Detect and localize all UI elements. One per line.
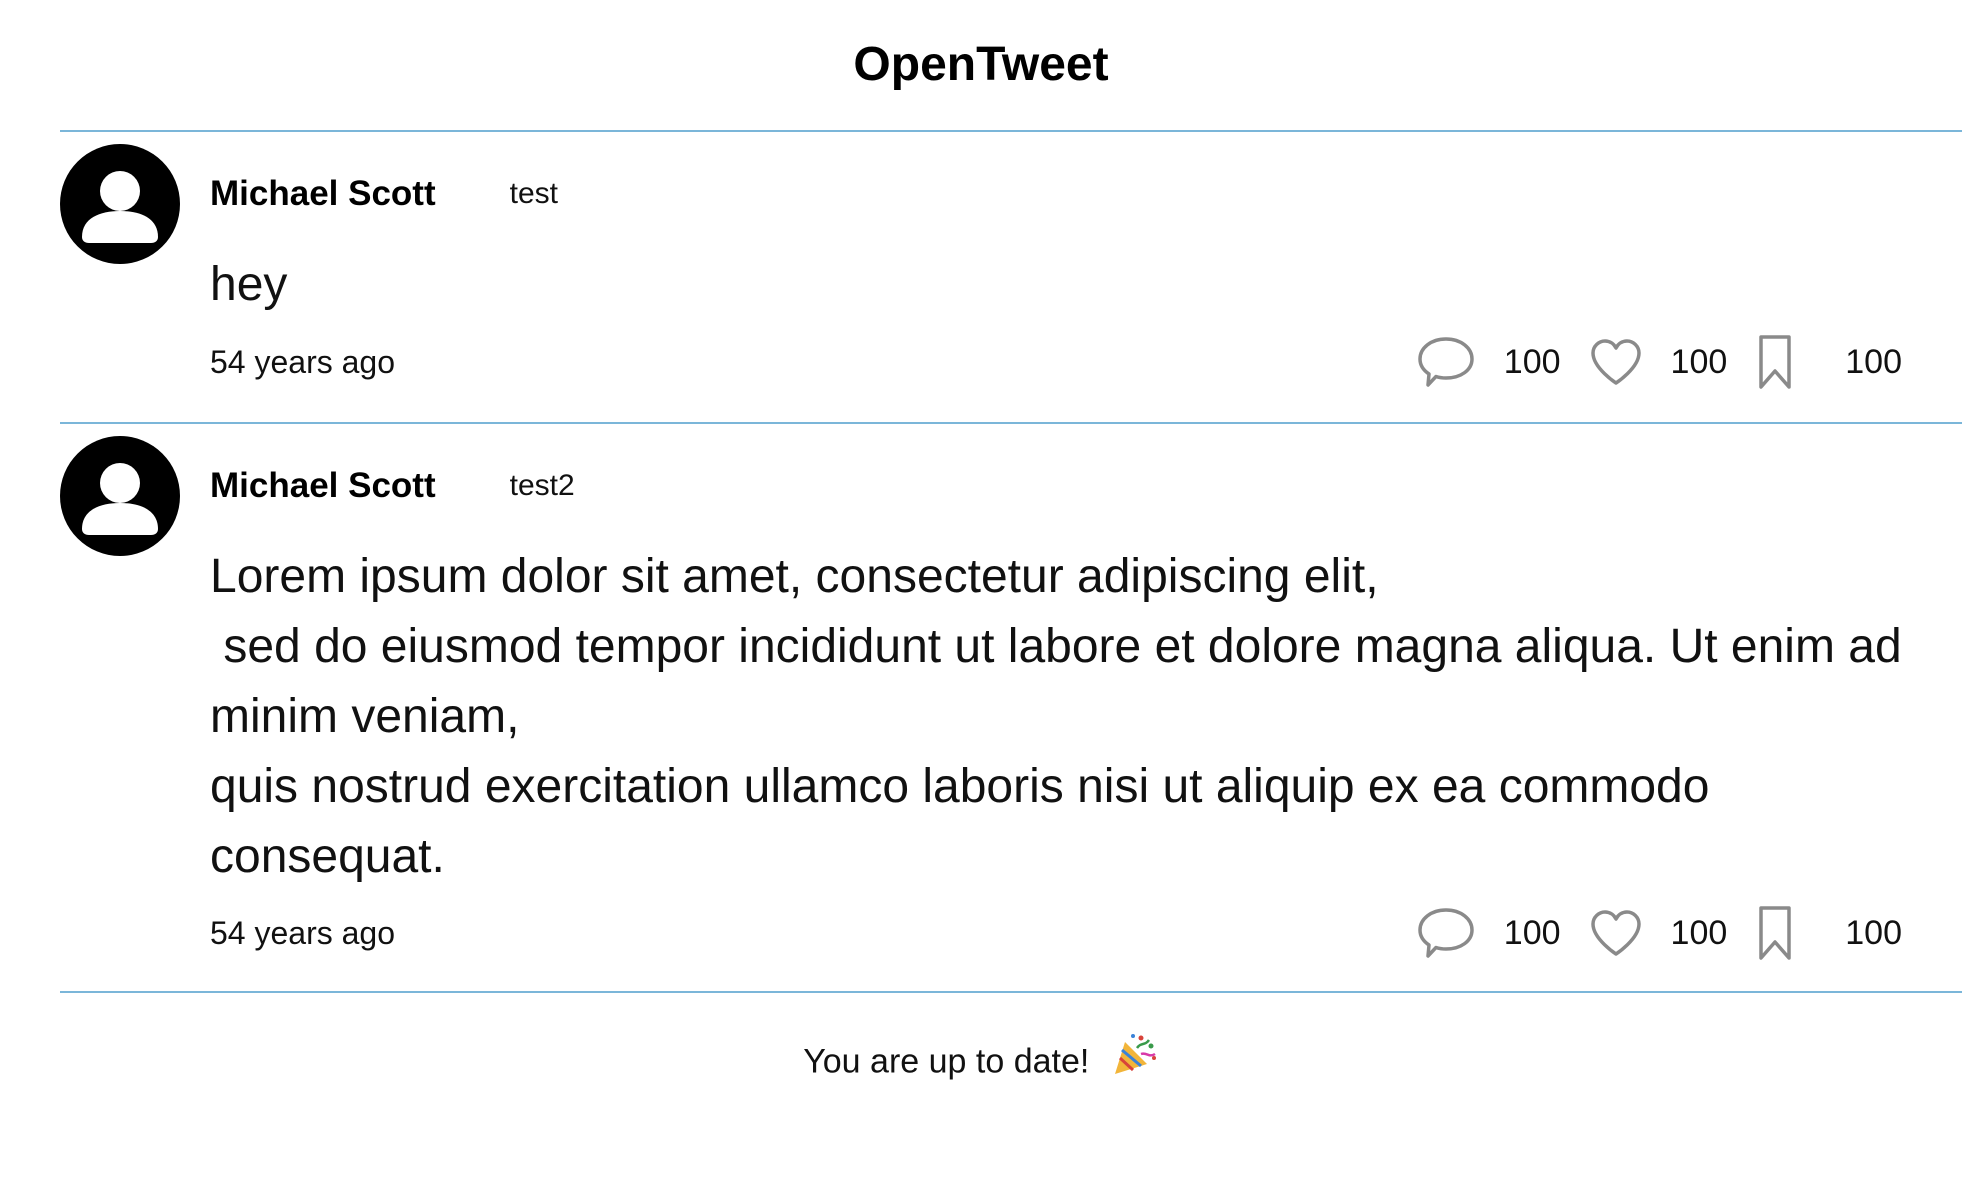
avatar[interactable] bbox=[60, 436, 180, 556]
bookmark-button[interactable]: 100 bbox=[1755, 904, 1902, 962]
tweet-content: Lorem ipsum dolor sit amet, consectetur … bbox=[210, 550, 1902, 883]
tweet-timestamp: 54 years ago bbox=[210, 915, 396, 951]
tweet-actions: 100 100 100 bbox=[1416, 333, 1902, 391]
bookmark-icon bbox=[1755, 333, 1795, 391]
user-icon bbox=[82, 171, 158, 243]
tweet-footer: 54 years ago 100 100 100 bbox=[210, 901, 1902, 965]
heart-icon bbox=[1589, 337, 1643, 387]
app-root: OpenTweet Michael Scott test hey 54 year… bbox=[0, 0, 1962, 1182]
bookmark-count: 100 bbox=[1845, 914, 1902, 952]
bookmark-count: 100 bbox=[1845, 343, 1902, 381]
tweet-header: Michael Scott test2 bbox=[210, 462, 575, 510]
header: OpenTweet bbox=[0, 32, 1962, 98]
tweet-timestamp: 54 years ago bbox=[210, 344, 396, 380]
party-popper-icon bbox=[1111, 1030, 1159, 1097]
feed-end-text: You are up to date! bbox=[803, 1042, 1090, 1081]
comment-icon bbox=[1416, 905, 1476, 961]
feed-end-message: You are up to date! bbox=[0, 1030, 1962, 1097]
tweet-feed: Michael Scott test hey 54 years ago 100 … bbox=[60, 130, 1962, 993]
tweet-actions: 100 100 100 bbox=[1416, 904, 1902, 962]
reply-button[interactable]: 100 bbox=[1416, 905, 1589, 961]
tweet-content: hey bbox=[210, 258, 288, 311]
comment-icon bbox=[1416, 334, 1476, 390]
heart-icon bbox=[1589, 908, 1643, 958]
tweet-card[interactable]: Michael Scott test hey 54 years ago 100 … bbox=[60, 130, 1962, 422]
reply-button[interactable]: 100 bbox=[1416, 334, 1589, 390]
reply-count: 100 bbox=[1503, 343, 1561, 381]
reply-count: 100 bbox=[1503, 914, 1561, 952]
app-title: OpenTweet bbox=[853, 38, 1109, 91]
like-button[interactable]: 100 bbox=[1589, 337, 1756, 387]
bookmark-button[interactable]: 100 bbox=[1755, 333, 1902, 391]
like-count: 100 bbox=[1670, 914, 1728, 952]
author-name[interactable]: Michael Scott bbox=[210, 462, 436, 510]
like-button[interactable]: 100 bbox=[1589, 908, 1756, 958]
bookmark-icon bbox=[1755, 904, 1795, 962]
author-handle[interactable]: test2 bbox=[510, 462, 575, 510]
like-count: 100 bbox=[1670, 343, 1728, 381]
tweet-header: Michael Scott test bbox=[210, 170, 558, 218]
avatar[interactable] bbox=[60, 144, 180, 264]
author-handle[interactable]: test bbox=[510, 170, 558, 218]
tweet-card[interactable]: Michael Scott test2 Lorem ipsum dolor si… bbox=[60, 422, 1962, 993]
user-icon bbox=[82, 463, 158, 535]
author-name[interactable]: Michael Scott bbox=[210, 170, 436, 218]
tweet-footer: 54 years ago 100 100 100 bbox=[210, 330, 1902, 394]
